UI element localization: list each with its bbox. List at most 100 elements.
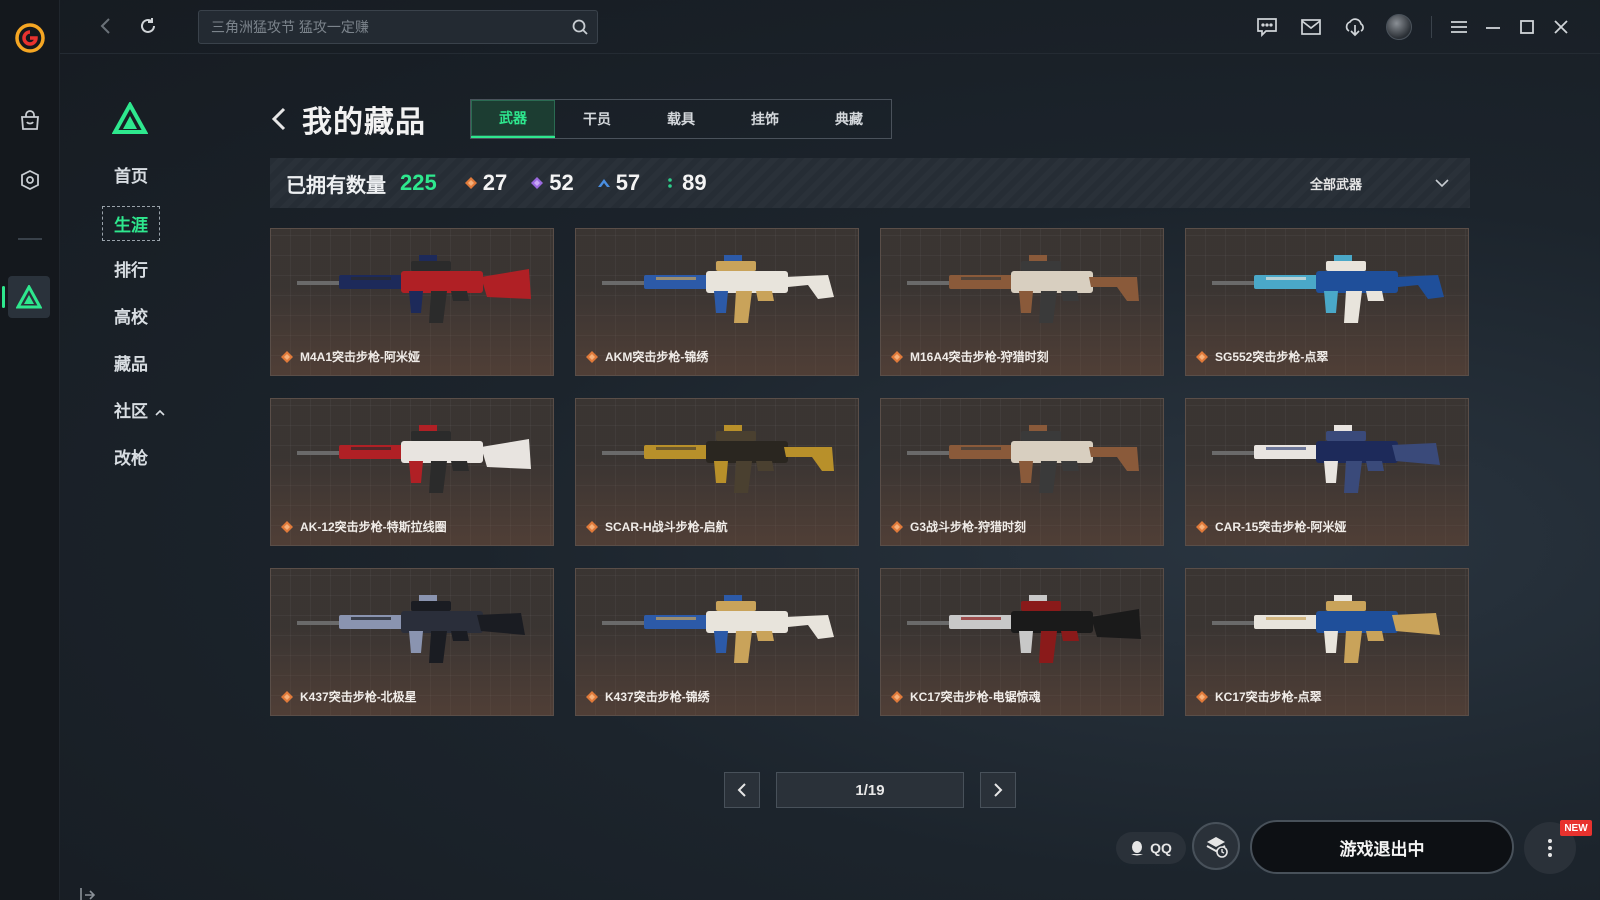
download-icon[interactable] <box>1333 12 1377 42</box>
game-logo-icon[interactable] <box>111 100 149 136</box>
collection-stats: 已拥有数量 225 27 52 57 89 全部武器 <box>270 158 1470 208</box>
maximize-icon[interactable] <box>1510 12 1544 42</box>
search-box <box>198 10 598 44</box>
weapon-image <box>1212 255 1444 323</box>
weapon-image <box>907 255 1139 323</box>
tab-vehicles[interactable]: 载具 <box>639 100 723 138</box>
weapon-card[interactable]: M16A4突击步枪-狩猎时刻 <box>880 228 1164 376</box>
weapon-card[interactable]: SCAR-H战斗步枪-启航 <box>575 398 859 546</box>
expand-sidebar-icon[interactable] <box>76 884 98 900</box>
top-bar <box>60 0 1600 54</box>
tab-weapons[interactable]: 武器 <box>471 100 555 138</box>
card-footer: K437突击步枪-北极星 <box>281 688 417 705</box>
sidebar-item-career[interactable]: 生涯 <box>102 206 160 241</box>
tag-icon[interactable] <box>15 165 45 195</box>
diamond-purple-icon <box>531 177 544 189</box>
weapon-card[interactable]: KC17突击步枪-电锯惊魂 <box>880 568 1164 716</box>
card-footer: KC17突击步枪-点翠 <box>1196 688 1322 705</box>
weapon-card[interactable]: SG552突击步枪-点翠 <box>1185 228 1469 376</box>
diamond-orange-icon <box>891 690 903 703</box>
close-icon[interactable] <box>1544 12 1578 42</box>
app-logo-icon[interactable] <box>14 22 46 54</box>
weapon-filter-dropdown[interactable]: 全部武器 <box>1300 158 1450 208</box>
chevron-right-icon <box>994 783 1003 797</box>
weapon-image <box>297 595 525 663</box>
shopping-bag-icon[interactable] <box>15 106 45 136</box>
tab-charms[interactable]: 挂饰 <box>723 100 807 138</box>
sidebar-item-ranking[interactable]: 排行 <box>114 256 148 281</box>
diamond-orange-icon <box>1196 520 1208 533</box>
weapon-image <box>1212 425 1440 493</box>
weapon-card[interactable]: AKM突击步枪-锦绣 <box>575 228 859 376</box>
weapon-card[interactable]: K437突击步枪-北极星 <box>270 568 554 716</box>
card-footer: SCAR-H战斗步枪-启航 <box>586 518 728 535</box>
weapon-card[interactable]: K437突击步枪-锦绣 <box>575 568 859 716</box>
card-footer: AK-12突击步枪-特斯拉线圈 <box>281 518 447 535</box>
sidebar-item-collection[interactable]: 藏品 <box>114 350 148 375</box>
top-divider <box>1431 16 1432 38</box>
card-footer: AKM突击步枪-锦绣 <box>586 348 708 365</box>
weapon-name: AK-12突击步枪-特斯拉线圈 <box>300 520 447 534</box>
stat-blue: 57 <box>597 170 640 196</box>
search-input[interactable] <box>199 11 559 43</box>
page-back-icon[interactable] <box>270 104 296 134</box>
chevron-left-icon <box>737 783 746 797</box>
chevron-blue-icon <box>597 179 610 187</box>
sidebar-item-gunsmith[interactable]: 改枪 <box>114 444 148 469</box>
weapon-name: KC17突击步枪-电锯惊魂 <box>910 690 1041 704</box>
chat-icon[interactable] <box>1245 12 1289 42</box>
stat-value: 27 <box>482 170 508 195</box>
pager-next-button[interactable] <box>980 772 1016 808</box>
diamond-orange-icon <box>891 520 903 533</box>
avatar[interactable] <box>1377 12 1421 42</box>
diamond-orange-icon <box>891 350 903 363</box>
weapon-card[interactable]: KC17突击步枪-点翠 <box>1185 568 1469 716</box>
card-footer: K437突击步枪-锦绣 <box>586 688 710 705</box>
weapon-name: K437突击步枪-北极星 <box>300 690 417 704</box>
accelerator-button[interactable] <box>1192 822 1240 870</box>
dots-green-icon <box>668 178 672 188</box>
weapon-name: AKM突击步枪-锦绣 <box>605 350 709 364</box>
weapon-name: SG552突击步枪-点翠 <box>1215 350 1329 364</box>
user-avatar-image <box>1386 14 1412 40</box>
launch-game-button[interactable]: 游戏退出中 <box>1250 820 1514 874</box>
chevron-down-icon <box>1435 179 1449 188</box>
diamond-orange-icon <box>586 350 598 363</box>
weapon-grid: M4A1突击步枪-阿米娅 AKM突击步枪-锦绣 M16A4突击步枪-狩猎时刻 S… <box>270 228 1470 716</box>
top-actions <box>1245 12 1578 42</box>
back-icon[interactable] <box>94 14 118 38</box>
game-sidebar: 首页 生涯 排行 高校 藏品 社区 改枪 <box>60 54 270 900</box>
sidebar-item-college[interactable]: 高校 <box>114 303 148 328</box>
rail-active-indicator <box>2 286 5 308</box>
sidebar-item-label: 社区 <box>114 402 148 421</box>
page-title: 我的藏品 <box>302 106 426 139</box>
stat-green: 89 <box>664 170 707 196</box>
diamond-orange-icon <box>1196 350 1208 363</box>
tab-collector[interactable]: 典藏 <box>807 100 891 138</box>
qq-label: QQ <box>1150 840 1172 856</box>
diamond-orange-icon <box>1196 690 1208 703</box>
menu-icon[interactable] <box>1442 12 1476 42</box>
weapon-image <box>907 595 1141 663</box>
refresh-icon[interactable] <box>136 14 160 38</box>
diamond-orange-icon <box>281 520 293 533</box>
weapon-card[interactable]: AK-12突击步枪-特斯拉线圈 <box>270 398 554 546</box>
weapon-card[interactable]: CAR-15突击步枪-阿米娅 <box>1185 398 1469 546</box>
sidebar-item-community[interactable]: 社区 <box>114 397 165 422</box>
delta-force-icon[interactable] <box>8 276 50 318</box>
pager-prev-button[interactable] <box>724 772 760 808</box>
card-footer: M16A4突击步枪-狩猎时刻 <box>891 348 1049 365</box>
stat-purple: 52 <box>531 170 574 196</box>
weapon-name: CAR-15突击步枪-阿米娅 <box>1215 520 1347 534</box>
search-icon[interactable] <box>571 18 589 36</box>
stat-orange: 27 <box>464 170 508 196</box>
mail-icon[interactable] <box>1289 12 1333 42</box>
filter-label: 全部武器 <box>1310 176 1363 192</box>
sidebar-item-home[interactable]: 首页 <box>114 162 148 187</box>
more-vertical-icon <box>1548 839 1552 857</box>
minimize-icon[interactable] <box>1476 12 1510 42</box>
qq-button[interactable]: QQ <box>1116 832 1186 864</box>
tab-operators[interactable]: 干员 <box>555 100 639 138</box>
weapon-card[interactable]: M4A1突击步枪-阿米娅 <box>270 228 554 376</box>
weapon-card[interactable]: G3战斗步枪-狩猎时刻 <box>880 398 1164 546</box>
